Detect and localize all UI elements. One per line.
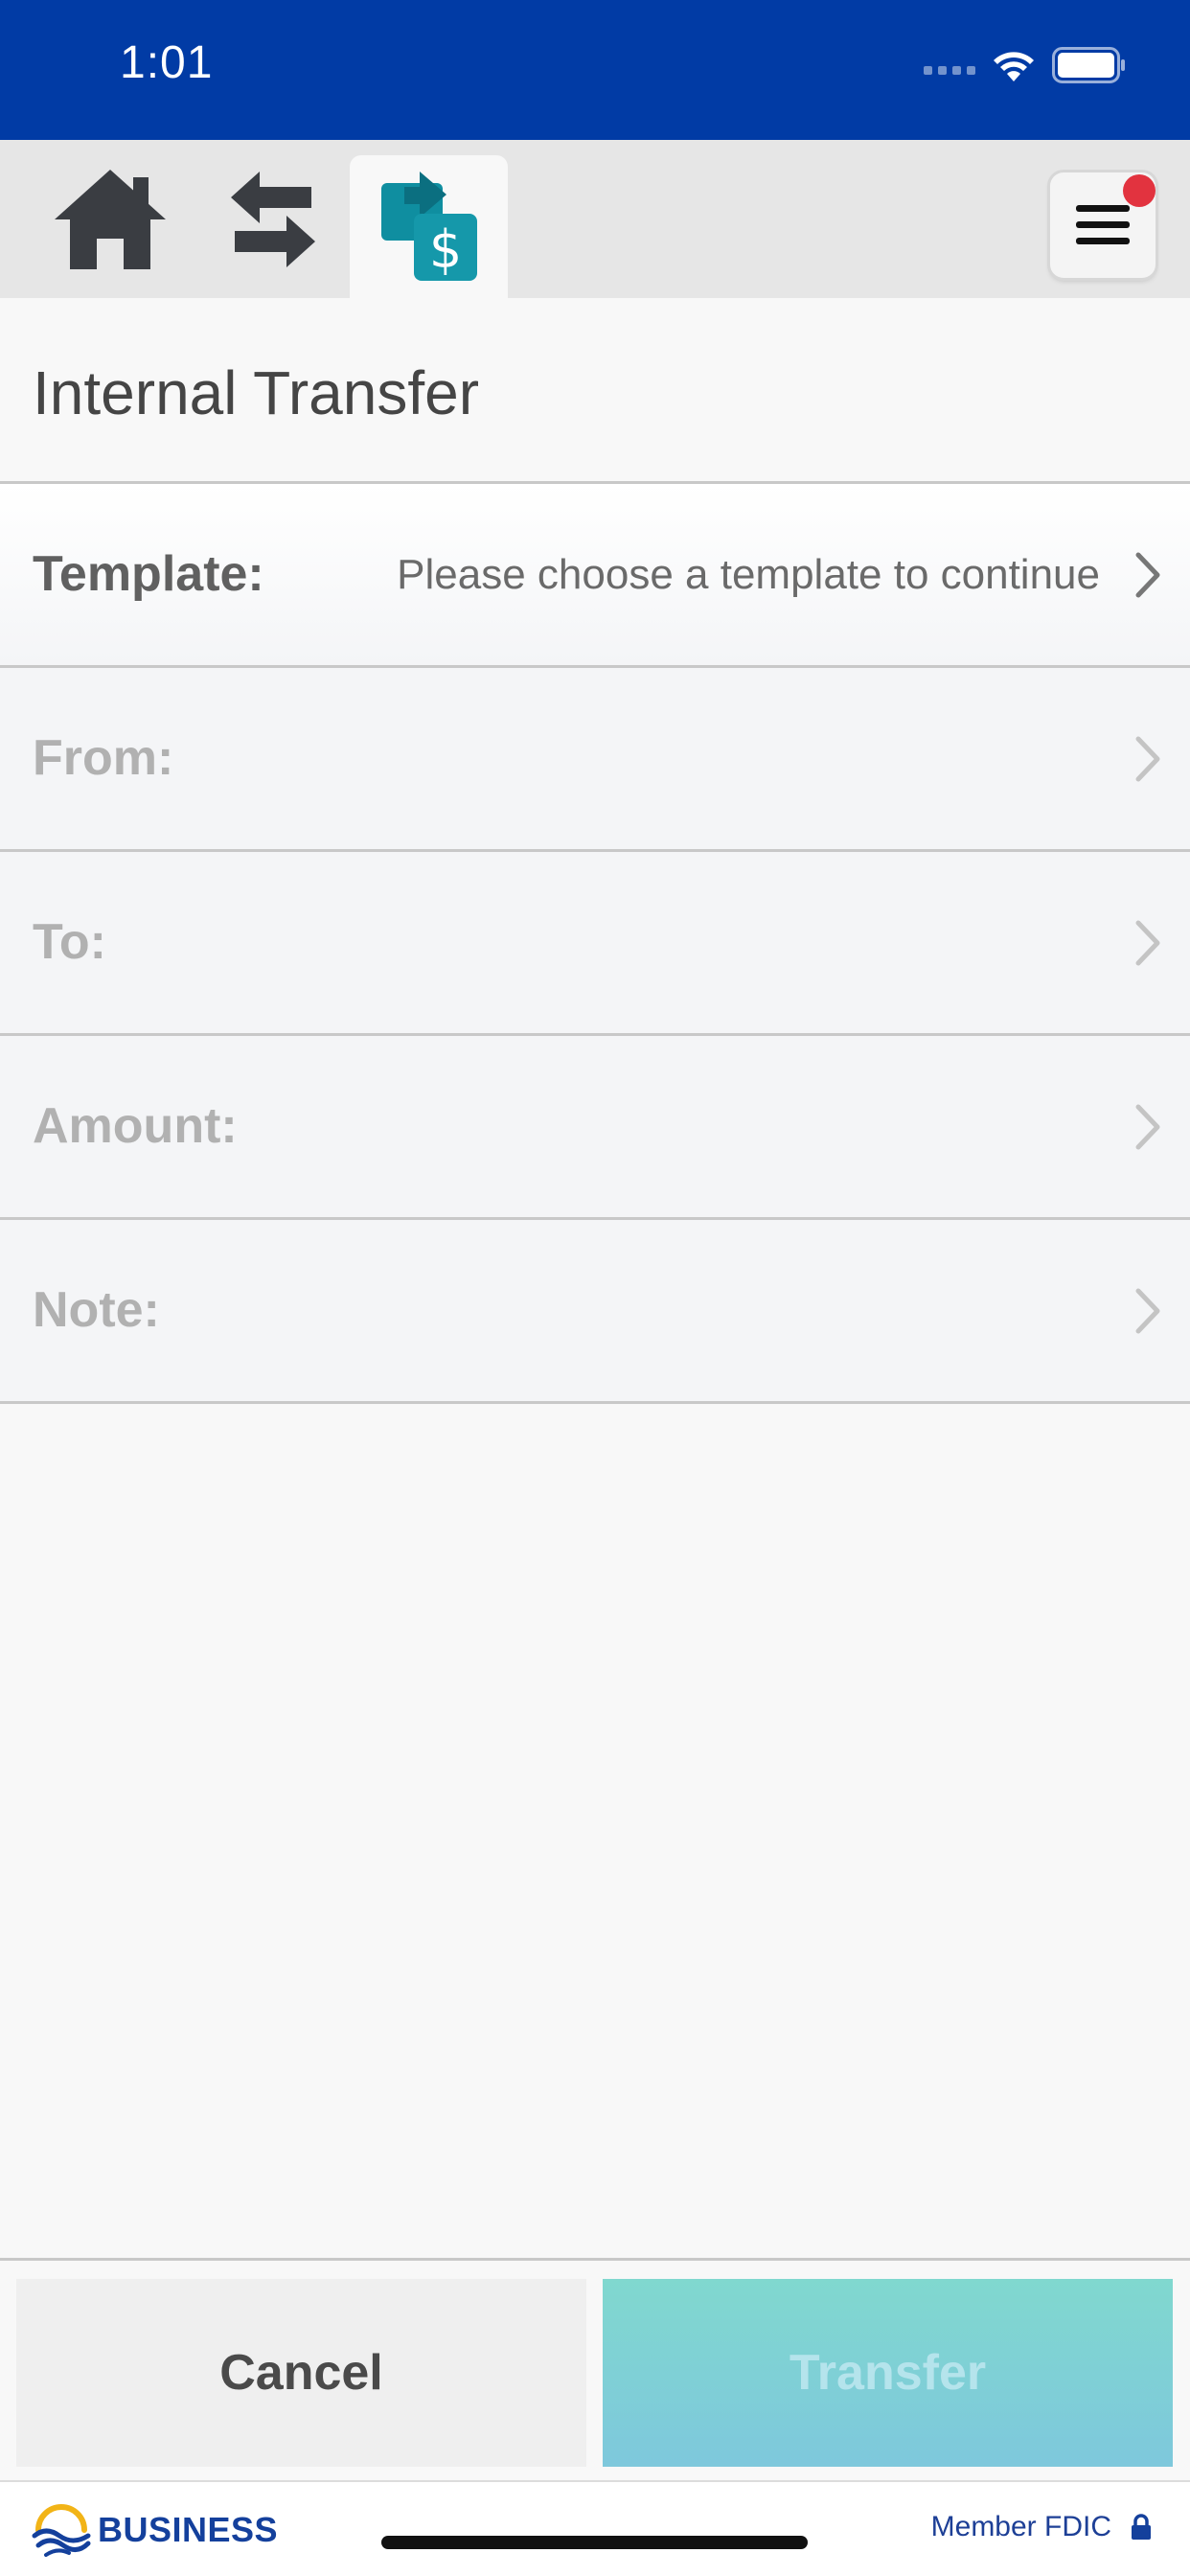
chevron-right-icon (1135, 1288, 1160, 1334)
tab-bar: $ (0, 140, 1190, 298)
template-label: Template: (33, 546, 264, 602)
app-root: 1:01 $ Internal Transfer Template: Pleas… (0, 0, 1190, 2576)
chevron-right-icon (1135, 552, 1160, 598)
svg-text:$: $ (428, 219, 461, 280)
chevron-right-icon (1135, 1104, 1160, 1150)
cellular-icon (924, 56, 975, 75)
from-row[interactable]: From: (0, 668, 1190, 852)
footer: BUSINESS Member FDIC (0, 2480, 1190, 2576)
template-row[interactable]: Template: Please choose a template to co… (0, 484, 1190, 668)
page-title: Internal Transfer (33, 358, 479, 427)
amount-label: Amount: (33, 1098, 238, 1154)
status-time: 1:01 (120, 37, 214, 88)
note-label: Note: (33, 1282, 160, 1338)
amount-row[interactable]: Amount: (0, 1036, 1190, 1220)
status-bar: 1:01 (0, 0, 1190, 140)
from-label: From: (33, 730, 174, 786)
note-row[interactable]: Note: (0, 1220, 1190, 1404)
brand-logo: BUSINESS (31, 2501, 278, 2559)
status-icons (924, 44, 1127, 86)
transfer-button[interactable]: Transfer (603, 2279, 1173, 2467)
swap-arrows-icon (231, 171, 315, 267)
home-icon (55, 169, 166, 269)
wifi-icon (994, 52, 1034, 81)
chevron-right-icon (1135, 736, 1160, 782)
battery-icon (1052, 47, 1125, 83)
brand-name: BUSINESS (98, 2510, 279, 2549)
action-bar: Cancel Transfer (0, 2258, 1190, 2480)
to-label: To: (33, 914, 106, 970)
hamburger-icon (1076, 205, 1130, 244)
page-header: Internal Transfer (0, 298, 1190, 484)
lock-icon (1132, 2514, 1151, 2540)
fdic-notice: Member FDIC (931, 2511, 1152, 2543)
tab-home[interactable] (38, 140, 182, 298)
money-transfer-icon: $ (380, 171, 477, 281)
to-row[interactable]: To: (0, 852, 1190, 1036)
template-value: Please choose a template to continue (397, 551, 1100, 598)
home-indicator (381, 2536, 808, 2549)
brand-wave-icon (32, 2504, 91, 2557)
cancel-button[interactable]: Cancel (16, 2279, 586, 2467)
tab-internal-transfer[interactable]: $ (350, 155, 508, 298)
fdic-text: Member FDIC (930, 2511, 1111, 2542)
tab-transfers[interactable] (201, 140, 345, 298)
chevron-right-icon (1135, 920, 1160, 966)
notification-badge (1123, 174, 1156, 207)
